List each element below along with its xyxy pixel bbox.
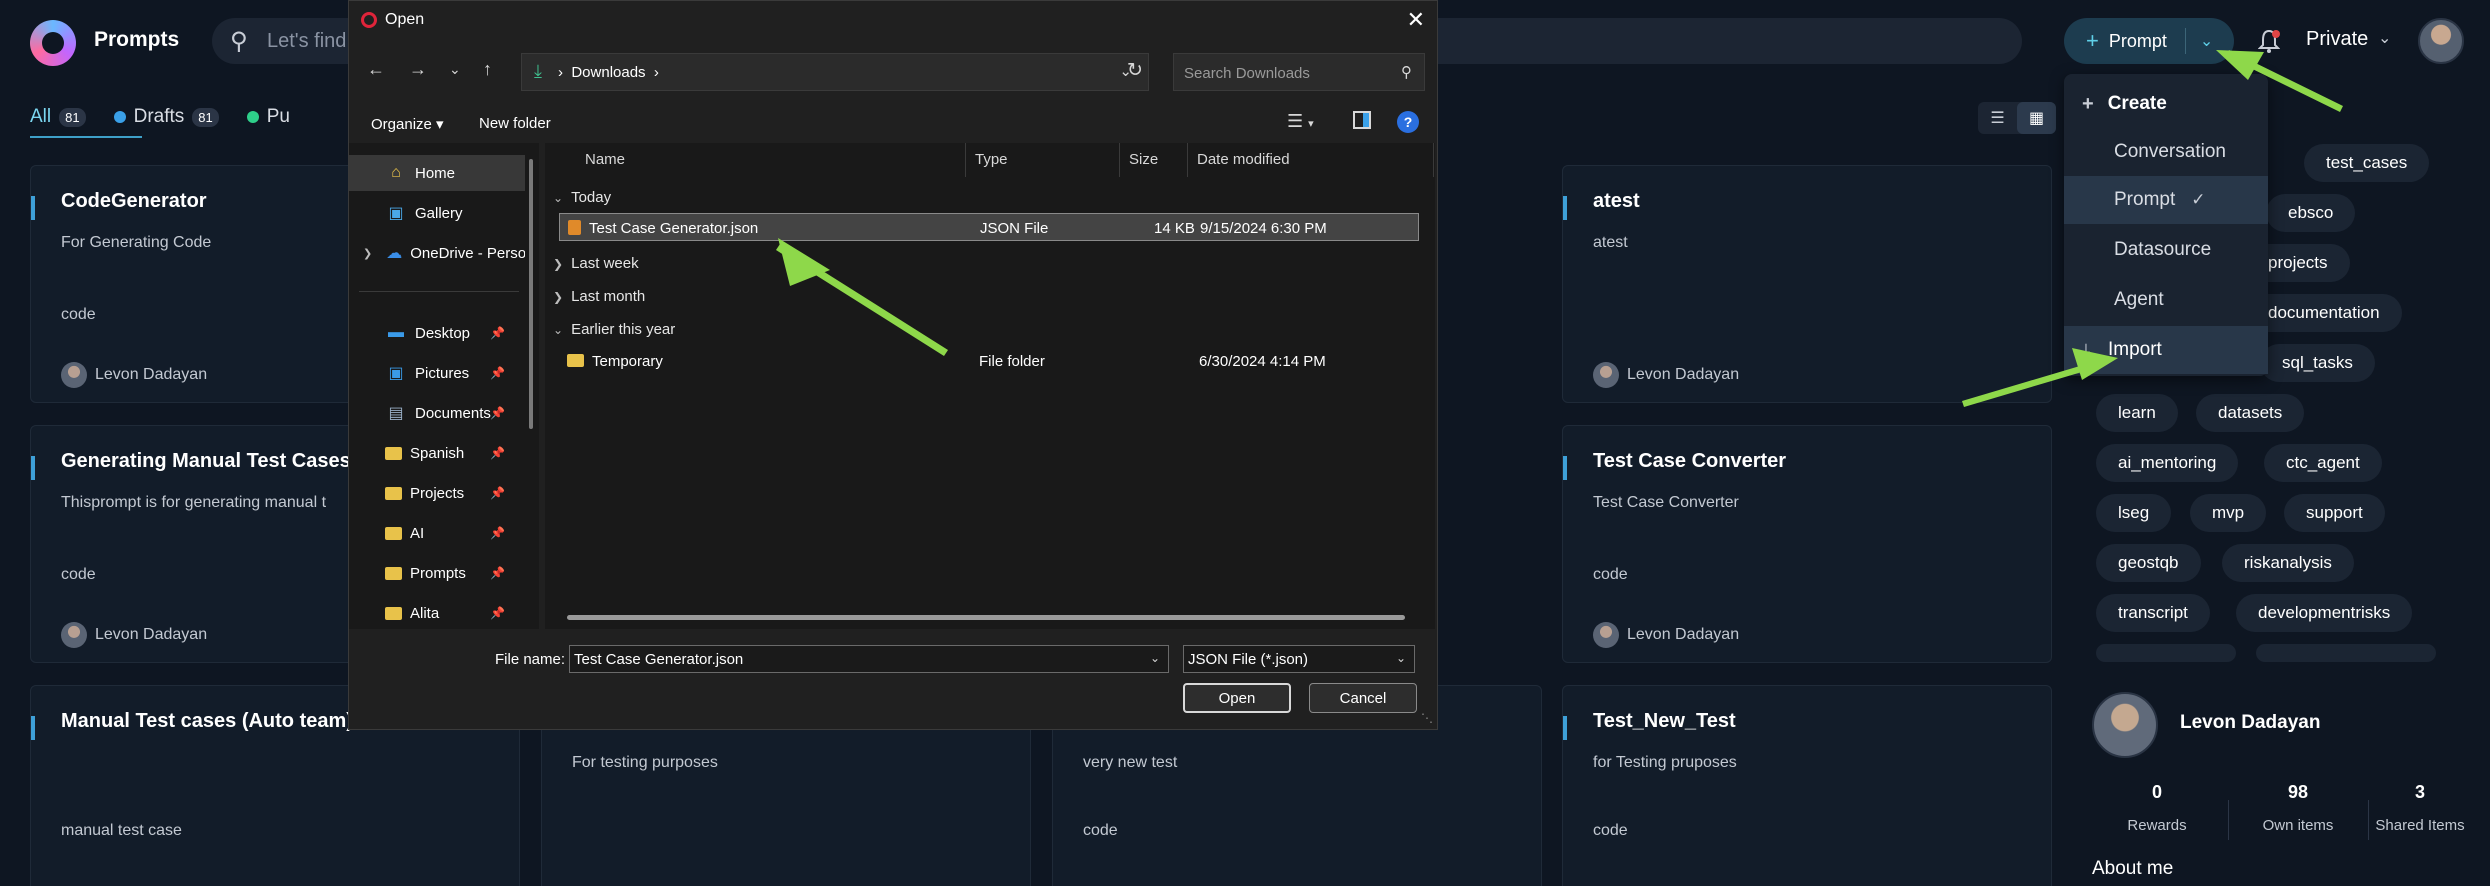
annotation-arrow-head: [2072, 348, 2118, 380]
annotation-arrows: [776, 50, 2343, 407]
